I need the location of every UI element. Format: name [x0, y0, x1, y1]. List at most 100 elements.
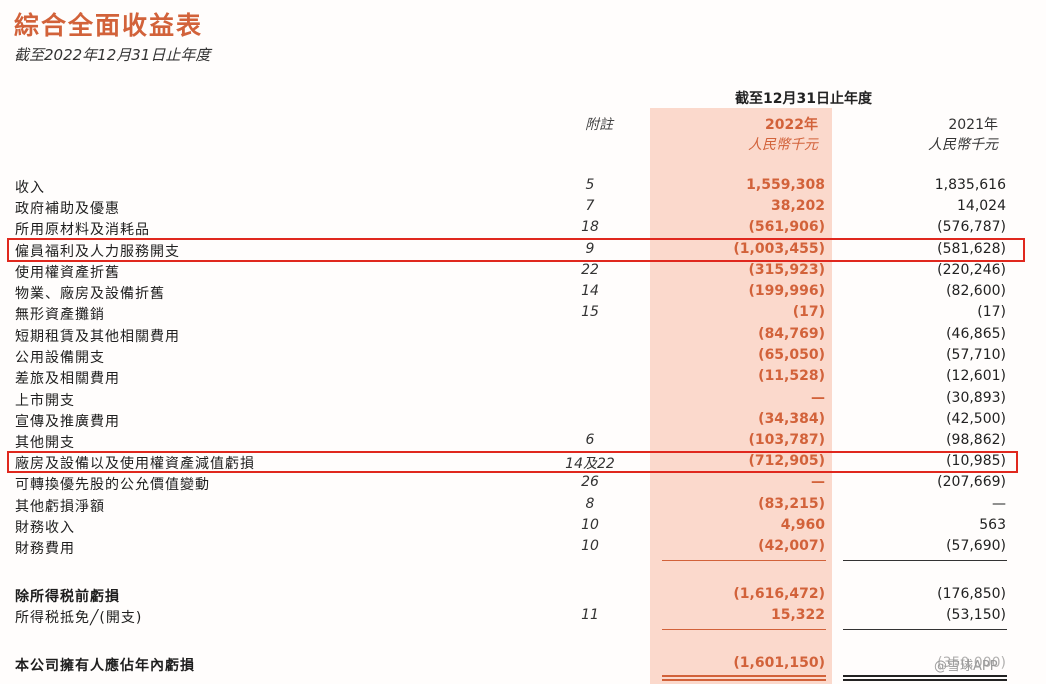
- row-label: 所用原材料及消耗品: [15, 222, 150, 238]
- total-double-rule-2022-b: [662, 679, 826, 681]
- table-row: 所用原材料及消耗品 18 (561,906) (576,787): [0, 219, 1046, 240]
- table-row: 其他虧損淨額 8 (83,215) —: [0, 496, 1046, 517]
- row-value-2022: (315,923): [748, 262, 825, 278]
- table-row: 物業、廠房及設備折舊 14 (199,996) (82,600): [0, 283, 1046, 304]
- row-note: 10: [581, 517, 599, 533]
- row-label: 本公司擁有人應佔年內虧損: [15, 658, 195, 674]
- row-label: 其他開支: [15, 435, 75, 451]
- row-value-2022: (199,996): [748, 283, 825, 299]
- row-value-2022: (103,787): [748, 432, 825, 448]
- page-title: 綜合全面收益表: [14, 11, 204, 40]
- row-value-2021: (98,862): [946, 432, 1006, 448]
- row-value-2022: —: [811, 474, 825, 490]
- row-value-2021: (576,787): [937, 219, 1006, 235]
- table-row: 收入 5 1,559,308 1,835,616: [0, 177, 1046, 198]
- row-value-2022: (561,906): [748, 219, 825, 235]
- table-row: 財務費用 10 (42,007) (57,690): [0, 538, 1046, 559]
- row-value-2021: 563: [979, 517, 1006, 533]
- table-row: 無形資產攤銷 15 (17) (17): [0, 304, 1046, 325]
- page-subtitle: 截至2022年12月31日止年度: [14, 46, 211, 64]
- row-note: 22: [581, 262, 599, 278]
- row-value-2021: —: [992, 496, 1006, 512]
- row-value-2022: (83,215): [758, 496, 825, 512]
- row-value-2021: (12,601): [946, 368, 1006, 384]
- statement-page: 綜合全面收益表 截至2022年12月31日止年度 截至12月31日止年度 附註 …: [0, 0, 1046, 684]
- row-value-2021: 1,835,616: [934, 177, 1006, 193]
- row-note: 7: [585, 198, 595, 214]
- table-row: 政府補助及優惠 7 38,202 14,024: [0, 198, 1046, 219]
- highlight-box-impairment-loss: [7, 451, 1018, 473]
- row-value-2021: (17): [977, 304, 1006, 320]
- row-value-2022: 4,960: [780, 517, 825, 533]
- row-value-2022: (1,601,150): [733, 655, 825, 671]
- row-label: 使用權資產折舊: [15, 265, 120, 281]
- year-2022-unit: 人民幣千元: [748, 137, 818, 153]
- year-2021-header: 2021年: [948, 117, 998, 133]
- total-rule-2022: [662, 629, 826, 630]
- row-value-2021: (220,246): [937, 262, 1006, 278]
- table-row: 短期租賃及其他相關費用 (84,769) (46,865): [0, 326, 1046, 347]
- total-double-rule-2021: [843, 675, 1007, 677]
- note-column-header: 附註: [585, 117, 613, 133]
- table-row: 宣傳及推廣費用 (34,384) (42,500): [0, 411, 1046, 432]
- row-value-2022: (42,007): [758, 538, 825, 554]
- year-2021-unit: 人民幣千元: [928, 137, 998, 153]
- year-2022-header: 2022年: [765, 117, 818, 133]
- row-value-2022: 15,322: [770, 607, 825, 623]
- row-note: 5: [585, 177, 595, 193]
- total-row: 本公司擁有人應佔年內虧損 (1,601,150) (350,000): [0, 655, 1046, 676]
- row-value-2021: (53,150): [946, 607, 1006, 623]
- row-value-2021: (207,669): [937, 474, 1006, 490]
- row-label: 公用設備開支: [15, 350, 105, 366]
- row-label: 物業、廠房及設備折舊: [15, 286, 165, 302]
- row-label: 差旅及相關費用: [15, 371, 120, 387]
- row-value-2021: (30,893): [946, 390, 1006, 406]
- row-label: 政府補助及優惠: [15, 201, 120, 217]
- row-label: 其他虧損淨額: [15, 499, 105, 515]
- row-value-2022: (84,769): [758, 326, 825, 342]
- row-value-2021: (42,500): [946, 411, 1006, 427]
- subtotal-rule-2021: [843, 560, 1007, 561]
- row-note: 6: [585, 432, 595, 448]
- row-value-2022: —: [811, 390, 825, 406]
- row-value-2022: 1,559,308: [746, 177, 825, 193]
- row-note: 14: [581, 283, 599, 299]
- row-value-2022: (34,384): [758, 411, 825, 427]
- highlight-box-employee-benefits: [7, 238, 1025, 262]
- row-value-2021: (46,865): [946, 326, 1006, 342]
- row-value-2021: (57,690): [946, 538, 1006, 554]
- row-value-2022: 38,202: [770, 198, 825, 214]
- row-value-2022: (11,528): [758, 368, 825, 384]
- period-header: 截至12月31日止年度: [735, 91, 872, 107]
- row-note: 8: [585, 496, 595, 512]
- row-label: 短期租賃及其他相關費用: [15, 329, 180, 345]
- subtotal-row: 所得税抵免╱(開支) 11 15,322 (53,150): [0, 607, 1046, 628]
- row-label: 除所得税前虧損: [15, 589, 120, 605]
- row-value-2022: (65,050): [758, 347, 825, 363]
- table-row: 差旅及相關費用 (11,528) (12,601): [0, 368, 1046, 389]
- row-value-2022: (17): [792, 304, 825, 320]
- row-label: 財務費用: [15, 541, 75, 557]
- subtotal-row: 除所得税前虧損 (1,616,472) (176,850): [0, 586, 1046, 607]
- row-note: 18: [581, 219, 599, 235]
- total-rule-2021: [843, 629, 1007, 630]
- watermark: @雪球APP: [934, 659, 998, 674]
- row-value-2021: (57,710): [946, 347, 1006, 363]
- row-value-2022: (1,616,472): [733, 586, 825, 602]
- row-label: 收入: [15, 180, 45, 196]
- row-note: 10: [581, 538, 599, 554]
- row-label: 可轉換優先股的公允價值變動: [15, 477, 210, 493]
- table-row: 可轉換優先股的公允價值變動 26 — (207,669): [0, 474, 1046, 495]
- table-row: 上市開支 — (30,893): [0, 390, 1046, 411]
- row-note: 11: [581, 607, 599, 623]
- row-label: 上市開支: [15, 393, 75, 409]
- table-row: 使用權資產折舊 22 (315,923) (220,246): [0, 262, 1046, 283]
- row-label: 宣傳及推廣費用: [15, 414, 120, 430]
- row-value-2021: 14,024: [957, 198, 1006, 214]
- total-double-rule-2021-b: [843, 679, 1007, 681]
- row-value-2021: (176,850): [937, 586, 1006, 602]
- total-double-rule-2022: [662, 675, 826, 677]
- row-note: 15: [581, 304, 599, 320]
- row-label: 無形資產攤銷: [15, 307, 105, 323]
- subtotal-rule-2022: [662, 560, 826, 561]
